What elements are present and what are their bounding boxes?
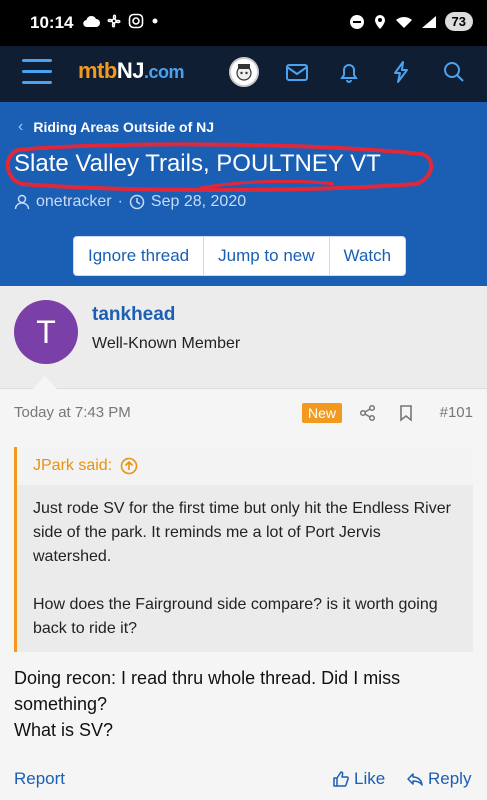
arrow-up-circle-icon[interactable]: [120, 457, 138, 475]
user-icon: [14, 194, 30, 210]
post-body: Doing recon: I read thru whole thread. D…: [14, 665, 474, 743]
like-button[interactable]: Like: [332, 769, 385, 789]
bolt-icon[interactable]: [388, 59, 414, 85]
dot-icon: [152, 18, 158, 24]
quote-paragraph: How does the Fairground side compare? is…: [33, 596, 438, 637]
menu-icon[interactable]: [22, 59, 52, 85]
wifi-icon: [395, 16, 412, 28]
meta-separator: ·: [117, 193, 123, 210]
thread-meta: onetracker · Sep 28, 2020: [14, 193, 246, 211]
quote-header: JPark said:: [17, 447, 473, 485]
username[interactable]: tankhead: [92, 304, 175, 326]
reply-icon: [407, 773, 423, 786]
location-icon: [374, 14, 385, 29]
inbox-icon[interactable]: [284, 59, 310, 85]
bell-icon[interactable]: [336, 59, 362, 85]
battery-indicator: 73: [444, 12, 473, 31]
breadcrumb-label: Riding Areas Outside of NJ: [33, 119, 215, 135]
site-logo[interactable]: mtbNJ.com: [78, 58, 184, 84]
post-number[interactable]: #101: [440, 404, 473, 421]
post-user-block: T tankhead Well-Known Member: [0, 286, 487, 389]
thumbs-up-icon: [333, 771, 349, 787]
post-pointer: [33, 376, 57, 389]
reply-button[interactable]: Reply: [406, 769, 471, 789]
bookmark-icon[interactable]: [398, 404, 414, 422]
watch-button[interactable]: Watch: [330, 237, 406, 275]
status-time: 10:14: [30, 13, 74, 32]
status-bar: 10:14 73: [0, 0, 487, 46]
search-icon[interactable]: [441, 59, 467, 85]
post-timestamp[interactable]: Today at 7:43 PM: [14, 404, 131, 421]
instagram-icon: [128, 13, 144, 29]
new-badge: New: [302, 403, 343, 423]
ignore-thread-button[interactable]: Ignore thread: [74, 237, 205, 275]
thread-actions: Ignore thread Jump to new Watch: [73, 236, 407, 276]
post-text-line: What is SV?: [14, 720, 114, 740]
jump-to-new-button[interactable]: Jump to new: [204, 237, 330, 275]
quote-body: Just rode SV for the first time but only…: [33, 497, 463, 665]
avatar[interactable]: [229, 57, 259, 87]
site-navbar: mtbNJ.com: [0, 46, 487, 102]
fan-icon: [107, 14, 121, 28]
report-link[interactable]: Report: [14, 769, 65, 789]
thread-author[interactable]: onetracker: [36, 193, 112, 211]
post-actions: Report Like Reply: [0, 766, 487, 794]
thread-date[interactable]: Sep 28, 2020: [151, 193, 246, 211]
cloud-icon: [83, 15, 100, 28]
signal-icon: [421, 15, 436, 28]
quote-block: JPark said: Just rode SV for the first t…: [14, 447, 473, 652]
quote-author[interactable]: JPark said:: [33, 457, 138, 475]
annotation-circle: [6, 142, 433, 192]
avatar[interactable]: T: [14, 300, 78, 364]
share-icon[interactable]: [359, 404, 377, 422]
post-text-line: Doing recon: I read thru whole thread. D…: [14, 668, 401, 714]
quote-paragraph: Just rode SV for the first time but only…: [33, 500, 451, 565]
clock-icon: [129, 194, 145, 210]
user-title: Well-Known Member: [92, 335, 241, 352]
thread-header: ‹ Riding Areas Outside of NJ Slate Valle…: [0, 102, 487, 286]
breadcrumb[interactable]: ‹ Riding Areas Outside of NJ: [18, 118, 214, 136]
dnd-icon: [349, 14, 364, 29]
chevron-left-icon: ‹: [18, 118, 24, 135]
